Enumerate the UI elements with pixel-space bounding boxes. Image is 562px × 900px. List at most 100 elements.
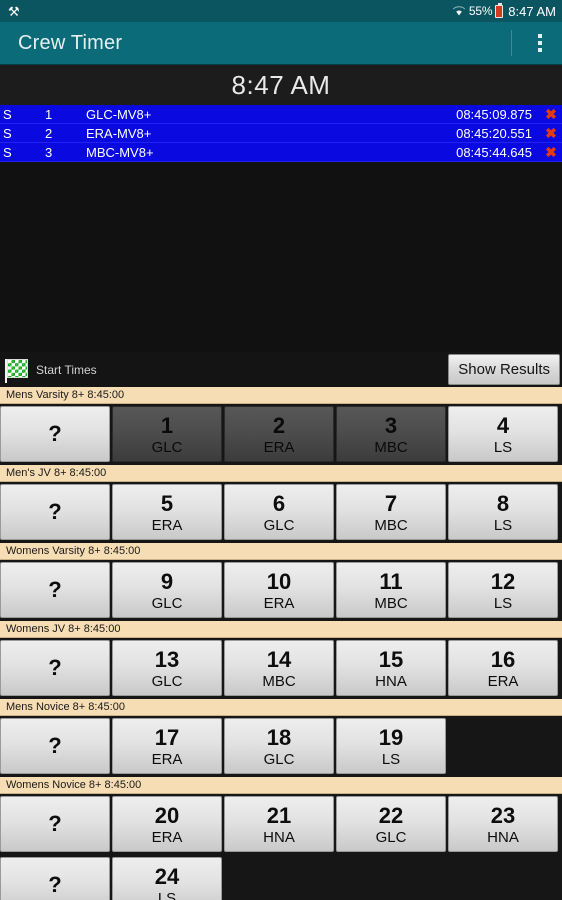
- crew-bow-number: 19: [378, 724, 404, 750]
- punch-type: S: [3, 144, 12, 160]
- punch-bow-number: 2: [45, 125, 53, 141]
- crew-bow-number: 9: [160, 568, 174, 594]
- crew-button[interactable]: 20 ERA: [112, 796, 222, 852]
- delete-punch-icon[interactable]: ✖: [540, 125, 562, 142]
- crew-button-row: ? 9 GLC 10 ERA 11 MBC 12 LS: [0, 560, 562, 621]
- crew-abbrev: ERA: [263, 594, 295, 612]
- crew-abbrev: GLC: [151, 594, 183, 612]
- overflow-menu-icon[interactable]: [526, 24, 554, 62]
- crew-button[interactable]: 14 MBC: [224, 640, 334, 696]
- crew-bow-number: 16: [490, 646, 516, 672]
- event-header: Men's JV 8+ 8:45:00: [0, 465, 562, 482]
- punch-crew-name: ERA-MV8+: [86, 125, 152, 141]
- crew-button[interactable]: 7 MBC: [336, 484, 446, 540]
- wifi-icon: [452, 5, 466, 17]
- punch-bow-number: 3: [45, 144, 53, 160]
- crew-abbrev: ERA: [151, 516, 183, 534]
- crew-bow-number: 18: [266, 724, 292, 750]
- crew-button[interactable]: 3 MBC: [336, 406, 446, 462]
- punch-crew-name: MBC-MV8+: [86, 144, 154, 160]
- events-container: Mens Varsity 8+ 8:45:00? 1 GLC 2 ERA 3 MBC 4 LS M…: [0, 387, 562, 900]
- crew-button[interactable]: 17 ERA: [112, 718, 222, 774]
- crew-button[interactable]: 19 LS: [336, 718, 446, 774]
- punch-row[interactable]: S 2 ERA-MV8+ 08:45:20.551 ✖: [0, 124, 562, 143]
- battery-low-icon: [495, 2, 504, 18]
- crew-bow-number: 20: [154, 802, 180, 828]
- punch-timestamp: 08:45:20.551: [456, 125, 532, 141]
- crew-abbrev: ERA: [151, 750, 183, 768]
- usb-icon: ⚒: [8, 3, 20, 19]
- crew-abbrev: GLC: [263, 516, 295, 534]
- crew-abbrev: LS: [381, 750, 401, 768]
- crew-button-unknown[interactable]: ?: [0, 718, 110, 774]
- crew-abbrev: MBC: [374, 438, 408, 456]
- punch-row[interactable]: S 1 GLC-MV8+ 08:45:09.875 ✖: [0, 105, 562, 124]
- crew-abbrev: HNA: [263, 828, 295, 846]
- crew-bow-number: 6: [272, 490, 286, 516]
- crew-button[interactable]: 2 ERA: [224, 406, 334, 462]
- punch-type: S: [3, 125, 12, 141]
- crew-bow-number: ?: [48, 811, 62, 836]
- crew-button[interactable]: 13 GLC: [112, 640, 222, 696]
- crew-button[interactable]: 15 HNA: [336, 640, 446, 696]
- crew-button-unknown[interactable]: ?: [0, 640, 110, 696]
- crew-button[interactable]: 1 GLC: [112, 406, 222, 462]
- punch-row[interactable]: S 3 MBC-MV8+ 08:45:44.645 ✖: [0, 143, 562, 162]
- delete-punch-icon[interactable]: ✖: [540, 106, 562, 123]
- status-bar-clock: 8:47 AM: [508, 3, 556, 19]
- punch-timestamp: 08:45:09.875: [456, 106, 532, 122]
- crew-bow-number: 21: [266, 802, 292, 828]
- crew-bow-number: 10: [266, 568, 292, 594]
- crew-button-unknown[interactable]: ?: [0, 562, 110, 618]
- crew-abbrev: GLC: [151, 672, 183, 690]
- crew-abbrev: ERA: [487, 672, 519, 690]
- show-results-button[interactable]: Show Results: [448, 354, 560, 385]
- crew-bow-number: ?: [48, 499, 62, 524]
- main-clock-display: 8:47 AM: [0, 65, 562, 105]
- checkered-flag-icon: [4, 357, 30, 383]
- crew-abbrev: ERA: [263, 438, 295, 456]
- crew-bow-number: ?: [48, 577, 62, 602]
- crew-button[interactable]: 11 MBC: [336, 562, 446, 618]
- crew-button-unknown[interactable]: ?: [0, 857, 110, 900]
- crew-button[interactable]: 8 LS: [448, 484, 558, 540]
- crew-abbrev: GLC: [263, 750, 295, 768]
- crew-button[interactable]: 12 LS: [448, 562, 558, 618]
- crew-button-unknown[interactable]: ?: [0, 406, 110, 462]
- crew-button[interactable]: 16 ERA: [448, 640, 558, 696]
- start-times-label: Start Times: [36, 362, 97, 377]
- crew-button[interactable]: 9 GLC: [112, 562, 222, 618]
- battery-percent: 55%: [468, 4, 493, 18]
- event-header: Womens Novice 8+ 8:45:00: [0, 777, 562, 794]
- crew-button[interactable]: 5 ERA: [112, 484, 222, 540]
- crew-bow-number: 11: [379, 568, 403, 594]
- crew-bow-number: 17: [154, 724, 180, 750]
- crew-button[interactable]: 18 GLC: [224, 718, 334, 774]
- crew-bow-number: ?: [48, 733, 62, 758]
- crew-button[interactable]: 21 HNA: [224, 796, 334, 852]
- crew-bow-number: 3: [384, 412, 398, 438]
- crew-button[interactable]: 10 ERA: [224, 562, 334, 618]
- crew-abbrev: GLC: [375, 828, 407, 846]
- crew-abbrev: LS: [493, 438, 513, 456]
- crew-bow-number: 1: [160, 412, 174, 438]
- crew-abbrev: ERA: [151, 828, 183, 846]
- event-header: Womens Varsity 8+ 8:45:00: [0, 543, 562, 560]
- crew-button[interactable]: 24 LS: [112, 857, 222, 900]
- crew-button-row: ? 17 ERA 18 GLC 19 LS: [0, 716, 562, 777]
- crew-button[interactable]: 4 LS: [448, 406, 558, 462]
- punch-timestamp: 08:45:44.645: [456, 144, 532, 160]
- crew-button[interactable]: 23 HNA: [448, 796, 558, 852]
- crew-button-row: ? 5 ERA 6 GLC 7 MBC 8 LS: [0, 482, 562, 543]
- crew-button[interactable]: 6 GLC: [224, 484, 334, 540]
- start-times-toolbar: Start Times Show Results: [0, 352, 562, 387]
- app-title: Crew Timer: [18, 31, 123, 54]
- delete-punch-icon[interactable]: ✖: [540, 144, 562, 161]
- crew-button[interactable]: 22 GLC: [336, 796, 446, 852]
- crew-button-unknown[interactable]: ?: [0, 796, 110, 852]
- crew-button-row: ? 24 LS: [0, 855, 562, 900]
- crew-button-unknown[interactable]: ?: [0, 484, 110, 540]
- app-bar-divider: [511, 30, 512, 56]
- crew-bow-number: 23: [490, 802, 516, 828]
- crew-bow-number: 24: [154, 863, 180, 889]
